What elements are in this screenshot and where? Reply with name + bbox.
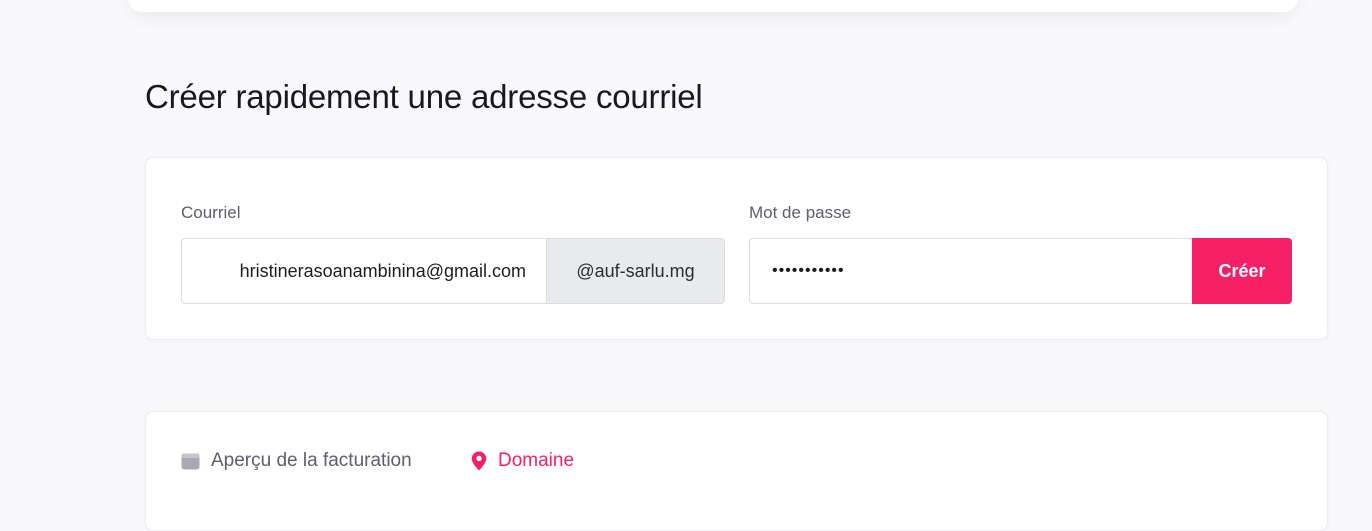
quick-create-email-card: Courriel @auf-sarlu.mg Mot de passe Crée… <box>145 157 1328 340</box>
tab-billing-overview[interactable]: Aperçu de la facturation <box>181 450 412 472</box>
wallet-icon <box>181 453 200 470</box>
password-input[interactable] <box>749 238 1192 304</box>
domain-suffix: @auf-sarlu.mg <box>546 239 724 303</box>
create-button[interactable]: Créer <box>1192 238 1292 304</box>
top-card <box>128 0 1298 12</box>
email-input[interactable] <box>182 239 546 303</box>
password-input-group: Créer <box>749 238 1293 304</box>
tab-domain[interactable]: Domaine <box>471 450 574 472</box>
billing-card: Aperçu de la facturation Domaine <box>145 411 1328 531</box>
password-label: Mot de passe <box>749 203 852 222</box>
map-pin-icon <box>471 451 487 471</box>
email-label: Courriel <box>181 203 241 222</box>
tab-domain-label: Domaine <box>498 450 575 471</box>
email-input-group: @auf-sarlu.mg <box>181 238 725 304</box>
tab-billing-overview-label: Aperçu de la facturation <box>211 450 412 471</box>
page-title: Créer rapidement une adresse courriel <box>145 78 703 115</box>
